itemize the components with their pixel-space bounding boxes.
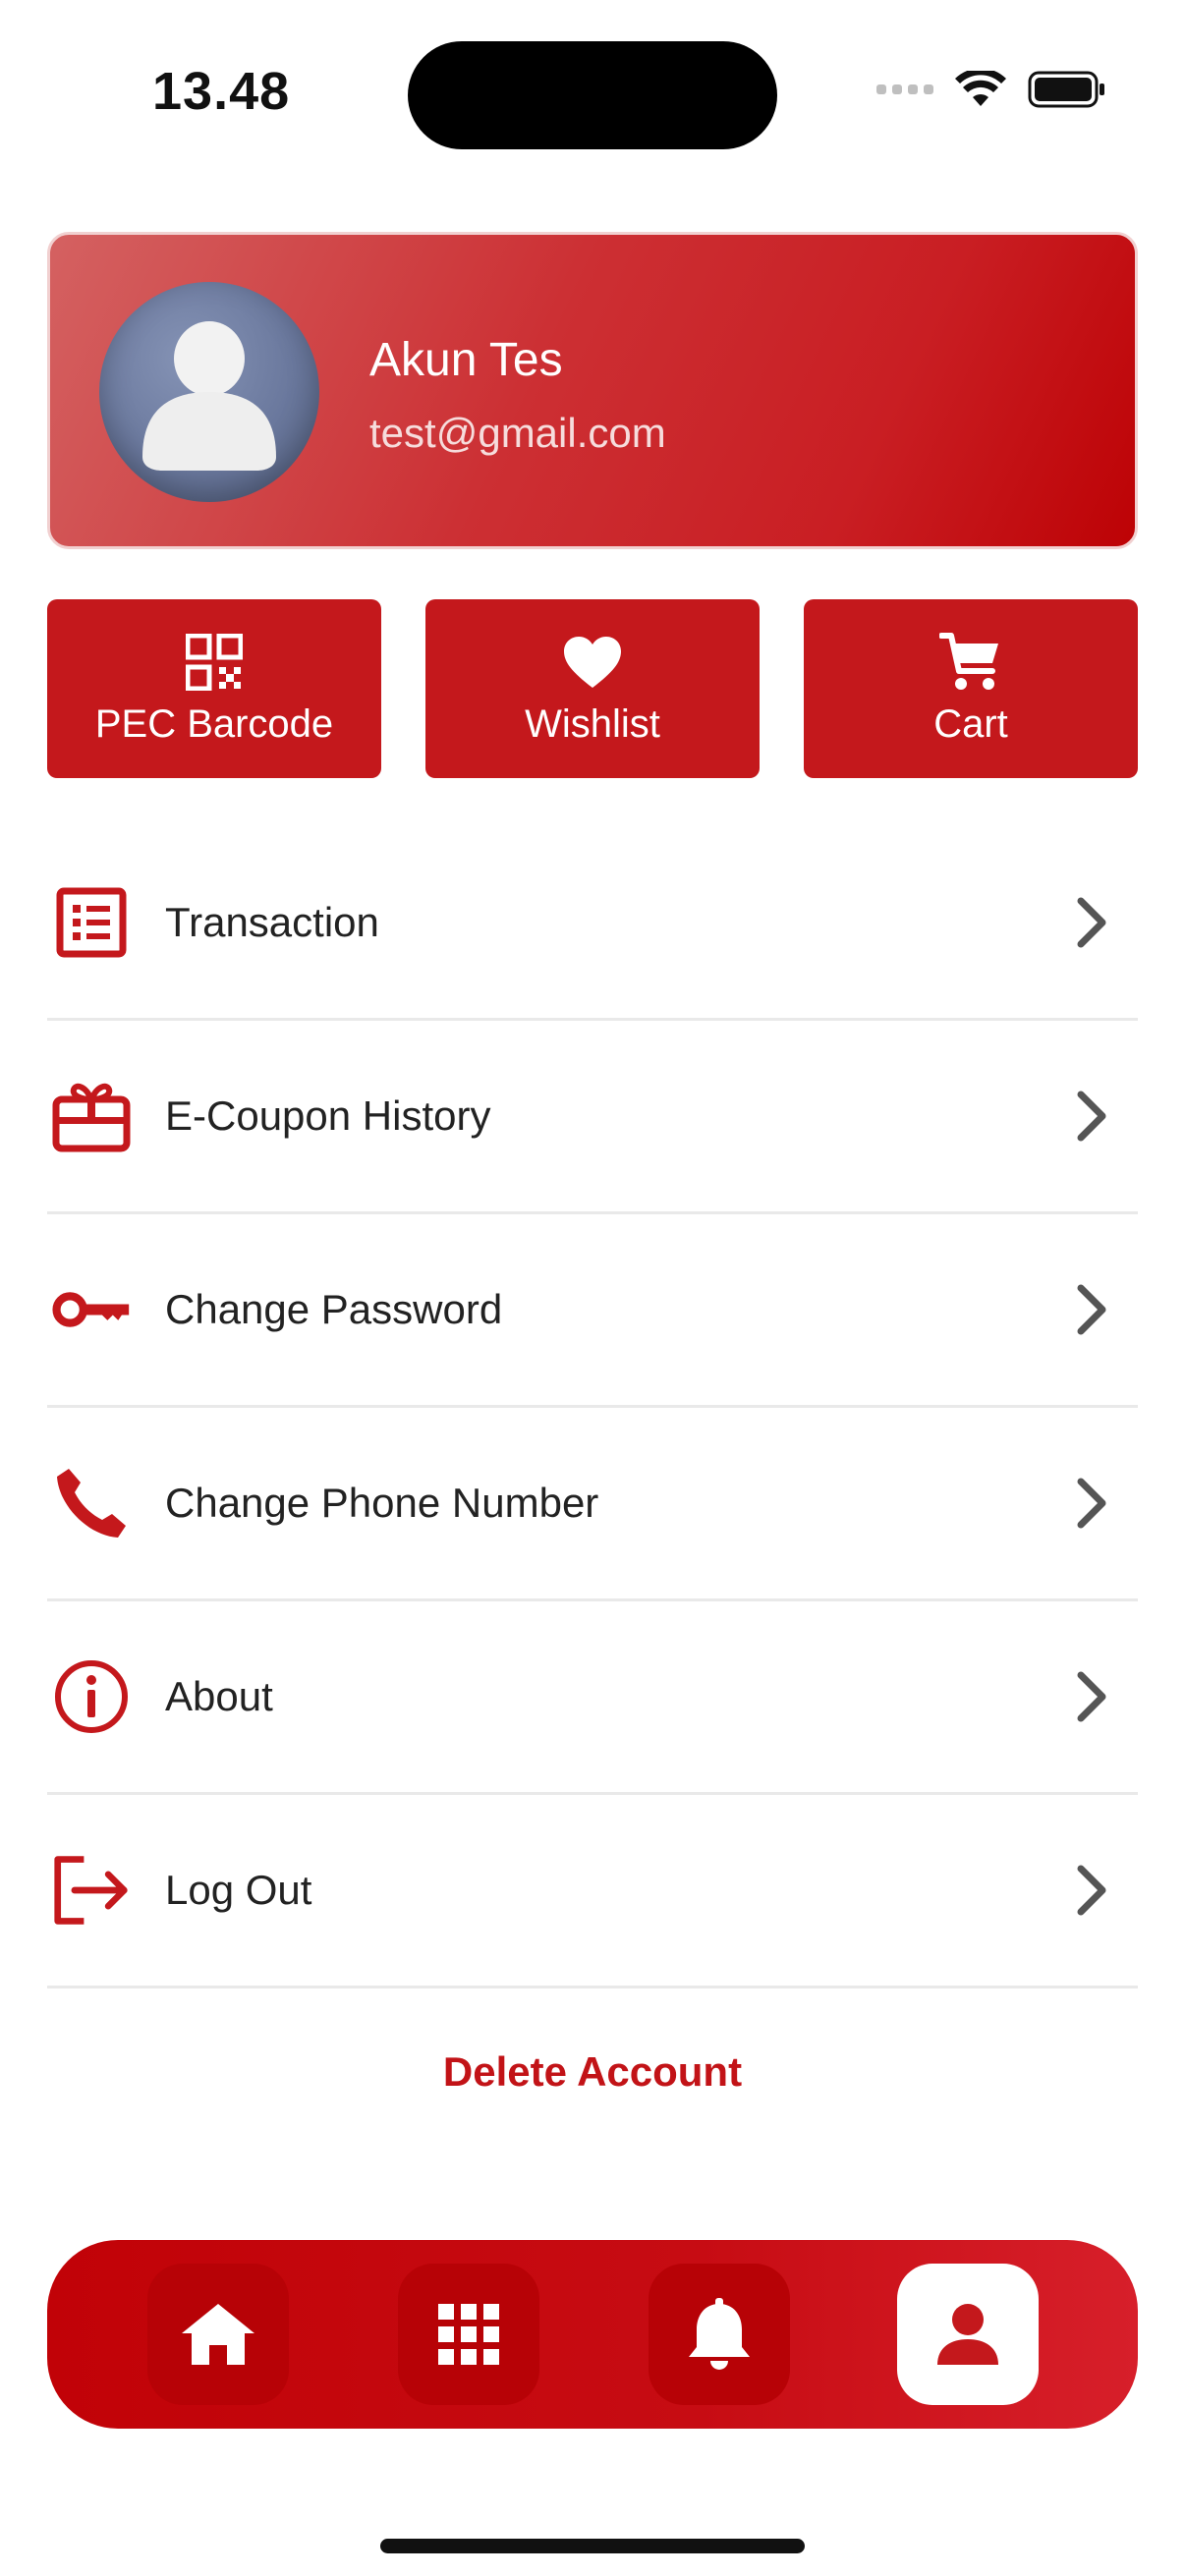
cart-label: Cart [933, 701, 1008, 746]
wifi-icon [955, 71, 1006, 106]
chevron-right-icon [1077, 1284, 1106, 1335]
home-icon [182, 2304, 254, 2365]
battery-icon [1028, 71, 1104, 108]
menu-label: Log Out [165, 1867, 312, 1913]
delete-account-button[interactable]: Delete Account [0, 2048, 1185, 2096]
logout-icon [54, 1856, 128, 1925]
menu-label: Change Password [165, 1286, 503, 1332]
nav-notifications-button[interactable] [649, 2264, 790, 2405]
status-bar: 13.48 [0, 0, 1185, 187]
user-avatar-icon [142, 321, 276, 471]
gift-card-icon [52, 1083, 131, 1152]
menu-label: E-Coupon History [165, 1092, 491, 1139]
info-icon [55, 1660, 128, 1733]
bottom-nav [47, 2240, 1138, 2429]
nav-profile-button[interactable] [897, 2264, 1039, 2405]
quick-actions: PEC Barcode Wishlist Cart [47, 599, 1138, 778]
menu-item-e-coupon-history[interactable]: E-Coupon History [47, 1021, 1138, 1214]
bell-icon [689, 2298, 750, 2370]
profile-icon [937, 2304, 998, 2365]
menu-label: Transaction [165, 899, 379, 945]
chevron-right-icon [1077, 1865, 1106, 1916]
cart-icon [939, 632, 998, 690]
menu-item-log-out[interactable]: Log Out [47, 1795, 1138, 1988]
chevron-right-icon [1077, 1091, 1106, 1142]
profile-name: Akun Tes [369, 334, 563, 386]
wishlist-button[interactable]: Wishlist [425, 599, 760, 778]
avatar [99, 282, 319, 502]
phone-icon [57, 1469, 126, 1538]
status-time: 13.48 [152, 62, 291, 121]
menu-item-change-password[interactable]: Change Password [47, 1214, 1138, 1408]
menu-item-about[interactable]: About [47, 1601, 1138, 1795]
heart-icon [564, 636, 621, 688]
status-indicators [876, 71, 1106, 108]
chevron-right-icon [1077, 1478, 1106, 1529]
profile-card: Akun Tes test@gmail.com [47, 232, 1138, 549]
pec-barcode-button[interactable]: PEC Barcode [47, 599, 381, 778]
grid-icon [438, 2304, 499, 2365]
wishlist-label: Wishlist [525, 701, 660, 746]
receipt-list-icon [56, 887, 127, 958]
profile-email: test@gmail.com [369, 410, 666, 456]
qr-code-icon [186, 633, 243, 691]
menu-label: About [165, 1673, 273, 1719]
menu-item-change-phone-number[interactable]: Change Phone Number [47, 1408, 1138, 1601]
nav-home-button[interactable] [147, 2264, 289, 2405]
chevron-right-icon [1077, 1671, 1106, 1722]
pec-barcode-label: PEC Barcode [94, 701, 334, 746]
menu-label: Change Phone Number [165, 1480, 599, 1526]
cart-button[interactable]: Cart [804, 599, 1138, 778]
home-indicator [380, 2539, 805, 2553]
chevron-right-icon [1077, 897, 1106, 948]
nav-grid-button[interactable] [398, 2264, 539, 2405]
cellular-signal-icon [876, 84, 933, 94]
dynamic-island [408, 41, 777, 149]
key-icon [52, 1292, 130, 1327]
menu-item-transaction[interactable]: Transaction [47, 827, 1138, 1021]
account-menu: Transaction E-Coupon History Change Pass… [47, 827, 1138, 1988]
